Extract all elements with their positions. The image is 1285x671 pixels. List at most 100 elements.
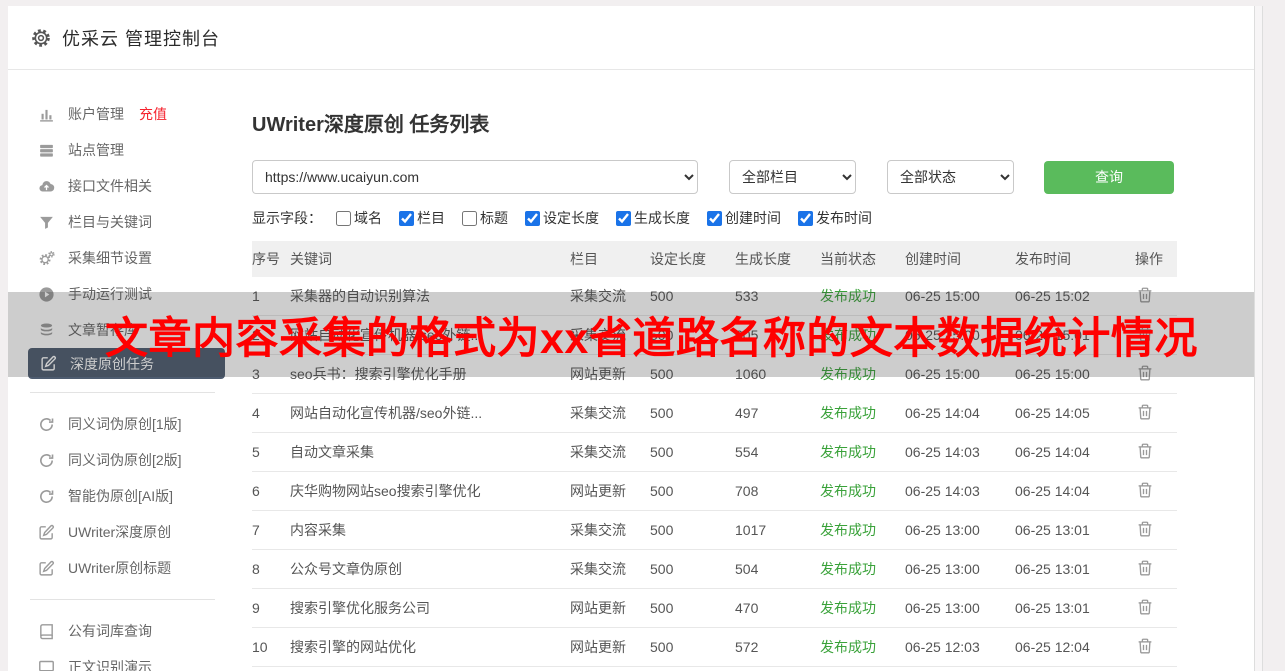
cell-actions	[1135, 442, 1177, 463]
table-row: 9 搜索引擎优化服务公司 网站更新 500 470 发布成功 06-25 13:00 06-2…	[252, 589, 1177, 628]
field-checkbox-input-0[interactable]	[336, 210, 351, 226]
cell-published: 06-25 13:01	[1015, 522, 1090, 538]
cell-gen_len: 1017	[735, 522, 767, 538]
table-row: 5 自动文章采集 采集交流 500 554 发布成功 06-25 14:03 06-25 14…	[252, 433, 1177, 472]
cell-status: 发布成功	[820, 600, 876, 616]
sidebar-item-1-0[interactable]: 同义词伪原创[1版]	[8, 406, 237, 442]
table-row: 10 搜索引擎的网站优化 网站更新 500 572 发布成功 06-25 12:03 06-2…	[252, 628, 1177, 667]
field-checkbox-input-2[interactable]	[462, 210, 477, 226]
cell-set_len: 500	[650, 600, 674, 616]
cell-column: 采集交流	[570, 405, 626, 421]
column-select[interactable]: 全部栏目	[729, 160, 856, 194]
sidebar-item-1-4[interactable]: UWriter原创标题	[8, 550, 237, 586]
sidebar-item-1-3[interactable]: UWriter深度原创	[8, 514, 237, 550]
sidebar-item-label: 正文识别演示	[68, 659, 152, 671]
cell-actions	[1135, 598, 1177, 619]
cell-column: 网站更新	[570, 483, 626, 499]
cell-created: 06-25 13:00	[905, 522, 980, 538]
field-checkbox-input-3[interactable]	[525, 210, 540, 226]
sidebar-item-0-2[interactable]: 接口文件相关	[8, 168, 237, 204]
table-header-cell: 发布时间	[1015, 251, 1071, 267]
cell-keyword: 自动文章采集	[290, 444, 374, 460]
field-checkbox-label: 标题	[480, 210, 508, 226]
sidebar-item-label: 采集细节设置	[68, 250, 152, 266]
sidebar-item-1-1[interactable]: 同义词伪原创[2版]	[8, 442, 237, 478]
refresh-icon	[38, 452, 55, 469]
page: 优采云 管理控制台 账户管理 充值 站点管理 接口文件相关 栏目与关键词 采集细节设置 手动…	[0, 0, 1285, 671]
sidebar-item-label: 公有词库查询	[68, 623, 152, 639]
sidebar-divider	[30, 392, 215, 393]
filter-row: https://www.ucaiyun.com 全部栏目 全部状态 查询	[252, 160, 1254, 194]
cell-keyword: 网站自动化宣传机器/seo外链...	[290, 405, 483, 421]
cell-published: 06-25 13:01	[1015, 600, 1090, 616]
trash-icon	[1136, 560, 1154, 580]
sidebar-item-label: UWriter原创标题	[68, 560, 172, 576]
cell-created: 06-25 13:00	[905, 600, 980, 616]
overlay-band: 文章内容采集的格式为xx省道路名称的文本数据统计情况	[8, 292, 1254, 377]
table-header-cell: 关键词	[290, 251, 332, 267]
scrollbar[interactable]	[1254, 6, 1263, 671]
delete-button[interactable]	[1135, 481, 1155, 501]
filter-icon	[38, 214, 55, 231]
cell-actions	[1135, 559, 1177, 580]
status-select[interactable]: 全部状态	[887, 160, 1014, 194]
cell-published: 06-25 14:04	[1015, 444, 1090, 460]
field-checkbox-input-5[interactable]	[707, 210, 722, 226]
refresh-icon	[38, 416, 55, 433]
field-checkbox-4[interactable]: 生成长度	[616, 208, 690, 228]
sidebar-item-label: UWriter深度原创	[68, 524, 172, 540]
cell-actions	[1135, 481, 1177, 502]
sidebar-item-0-3[interactable]: 栏目与关键词	[8, 204, 237, 240]
field-checkbox-0[interactable]: 域名	[336, 208, 382, 228]
refresh-icon	[38, 488, 55, 505]
field-checkbox-input-4[interactable]	[616, 210, 631, 226]
cell-keyword: 搜索引擎优化服务公司	[290, 600, 430, 616]
sidebar-item-0-0[interactable]: 账户管理 充值	[8, 96, 237, 132]
field-checkbox-input-1[interactable]	[399, 210, 414, 226]
delete-button[interactable]	[1135, 442, 1155, 462]
delete-button[interactable]	[1135, 637, 1155, 657]
delete-button[interactable]	[1135, 403, 1155, 423]
cell-published: 06-25 14:05	[1015, 405, 1090, 421]
sidebar-item-1-2[interactable]: 智能伪原创[AI版]	[8, 478, 237, 514]
cloud-upload-icon	[38, 178, 55, 195]
sidebar-item-2-0[interactable]: 公有词库查询	[8, 613, 237, 649]
fields-label: 显示字段：	[252, 210, 322, 226]
delete-button[interactable]	[1135, 520, 1155, 540]
sidebar-item-0-4[interactable]: 采集细节设置	[8, 240, 237, 276]
field-checkbox-input-6[interactable]	[798, 210, 813, 226]
cell-column: 网站更新	[570, 639, 626, 655]
sidebar-item-label: 账户管理	[68, 106, 124, 122]
delete-button[interactable]	[1135, 559, 1155, 579]
cell-no: 6	[252, 483, 260, 499]
field-checkbox-1[interactable]: 栏目	[399, 208, 445, 228]
table-header-cell: 创建时间	[905, 251, 961, 267]
field-checkbox-3[interactable]: 设定长度	[525, 208, 599, 228]
book-icon	[38, 623, 55, 640]
sidebar-item-0-1[interactable]: 站点管理	[8, 132, 237, 168]
cell-status: 发布成功	[820, 639, 876, 655]
cell-no: 5	[252, 444, 260, 460]
delete-button[interactable]	[1135, 598, 1155, 618]
recharge-badge[interactable]: 充值	[139, 104, 167, 124]
field-checkbox-5[interactable]: 创建时间	[707, 208, 781, 228]
table-row: 4 网站自动化宣传机器/seo外链... 采集交流 500 497 发布成功 06-25 1…	[252, 394, 1177, 433]
overlay-text: 文章内容采集的格式为xx省道路名称的文本数据统计情况	[105, 314, 1198, 363]
table-row: 6 庆华购物网站seo搜索引擎优化 网站更新 500 708 发布成功 06-25 14:0…	[252, 472, 1177, 511]
sidebar-divider	[30, 599, 215, 600]
field-checkbox-2[interactable]: 标题	[462, 208, 508, 228]
cell-set_len: 500	[650, 483, 674, 499]
cell-column: 采集交流	[570, 561, 626, 577]
sidebar-item-label: 智能伪原创[AI版]	[68, 488, 174, 504]
cell-column: 采集交流	[570, 522, 626, 538]
field-checkbox-6[interactable]: 发布时间	[798, 208, 872, 228]
table-header-cell: 设定长度	[650, 251, 706, 267]
cell-no: 9	[252, 600, 260, 616]
cell-gen_len: 708	[735, 483, 759, 499]
site-select[interactable]: https://www.ucaiyun.com	[252, 160, 698, 194]
cell-published: 06-25 14:04	[1015, 483, 1090, 499]
cell-created: 06-25 14:04	[905, 405, 980, 421]
sidebar-item-2-1[interactable]: 正文识别演示	[8, 649, 237, 671]
query-button[interactable]: 查询	[1044, 160, 1174, 194]
cell-keyword: 公众号文章伪原创	[290, 561, 402, 577]
